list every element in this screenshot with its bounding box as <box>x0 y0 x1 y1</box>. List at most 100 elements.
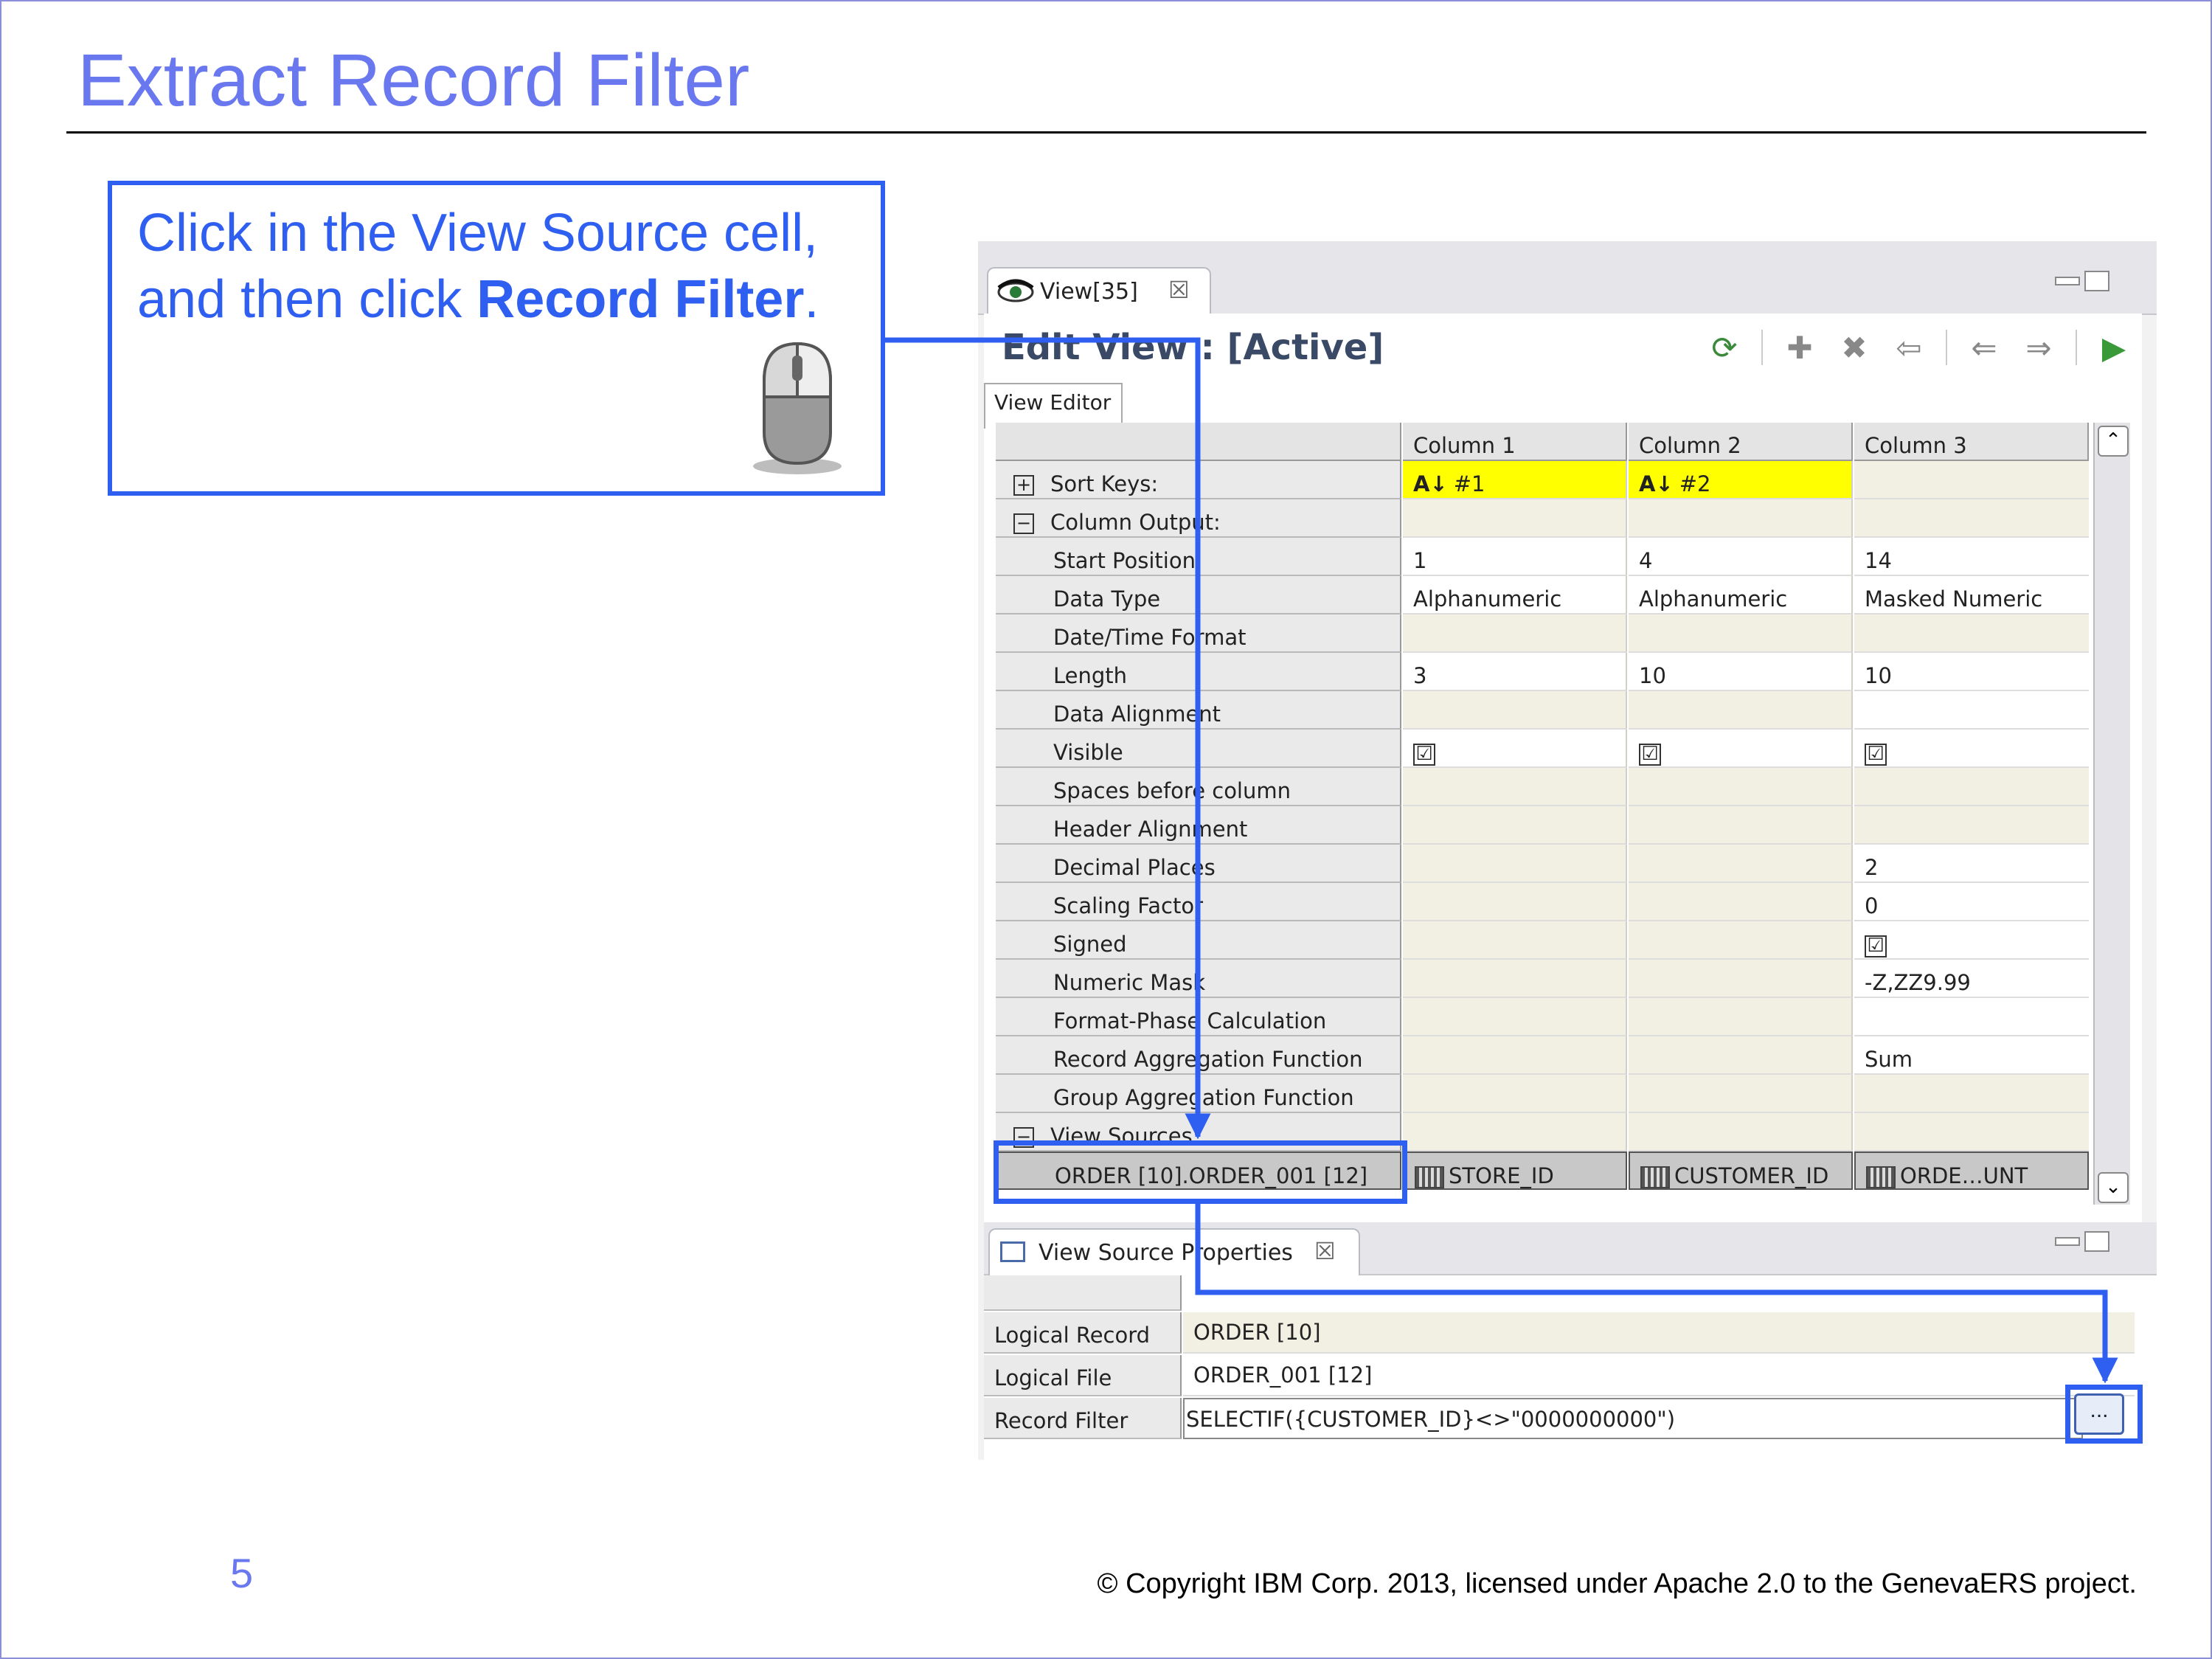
property-value-cell[interactable] <box>1854 614 2089 653</box>
property-value-cell[interactable] <box>1854 1075 2089 1113</box>
column-output-label[interactable]: − Column Output: <box>996 499 1401 538</box>
checkbox-checked-icon[interactable]: ☑ <box>1413 744 1435 766</box>
instruction-line-2-suffix: . <box>804 270 819 329</box>
property-value-cell[interactable] <box>1403 998 1627 1036</box>
minimize-icon[interactable] <box>2055 1237 2080 1246</box>
view-source-column-cell[interactable]: ORDE…UNT <box>1854 1151 2089 1190</box>
vertical-scrollbar[interactable]: ⌃ ⌄ <box>2093 423 2130 1205</box>
sort-keys-text: Sort Keys: <box>1050 471 1159 496</box>
maximize-icon[interactable] <box>2084 271 2109 291</box>
sort-keys-label[interactable]: + Sort Keys: <box>996 461 1401 499</box>
scroll-up-icon[interactable]: ⌃ <box>2098 426 2129 457</box>
properties-value[interactable]: SELECTIF({CUSTOMER_ID}<>"0000000000") <box>1183 1398 2083 1439</box>
property-value-cell[interactable]: 10 <box>1629 653 1853 691</box>
property-value-cell[interactable]: Alphanumeric <box>1629 576 1853 614</box>
property-value-cell[interactable]: ☑ <box>1854 921 2089 960</box>
move-left-icon[interactable]: ⇐ <box>1966 330 2002 366</box>
property-value-cell[interactable]: Alphanumeric <box>1403 576 1627 614</box>
property-value-cell[interactable] <box>1629 614 1853 653</box>
property-value-cell[interactable] <box>1403 845 1627 883</box>
grid-cell[interactable] <box>1629 1113 1853 1151</box>
property-value-cell[interactable]: ☑ <box>1403 730 1627 768</box>
close-icon[interactable]: ☒ <box>1314 1237 1336 1265</box>
property-value-cell[interactable] <box>1854 806 2089 845</box>
property-value-cell[interactable]: 2 <box>1854 845 2089 883</box>
property-value-cell[interactable] <box>1629 1036 1853 1075</box>
scroll-down-icon[interactable]: ⌄ <box>2098 1172 2129 1203</box>
collapse-icon[interactable]: − <box>1013 513 1034 534</box>
property-value-cell[interactable] <box>1629 691 1853 730</box>
maximize-icon[interactable] <box>2084 1231 2109 1252</box>
property-value-cell[interactable] <box>1403 806 1627 845</box>
column-header[interactable]: Column 1 <box>1403 423 1627 461</box>
property-value-cell[interactable] <box>1629 921 1853 960</box>
refresh-icon[interactable]: ⟳ <box>1707 330 1742 366</box>
grid-cell[interactable] <box>1629 499 1853 538</box>
property-value-cell[interactable] <box>1629 883 1853 921</box>
tab-view-editor[interactable]: View Editor <box>984 383 1123 429</box>
activate-icon[interactable]: ▶ <box>2096 330 2132 366</box>
property-value-cell[interactable]: 1 <box>1403 538 1627 576</box>
property-value-cell[interactable] <box>1403 768 1627 806</box>
sort-key-cell[interactable]: A↓ #2 <box>1629 461 1853 499</box>
delete-column-icon[interactable]: ✖ <box>1837 330 1872 366</box>
property-value-cell[interactable] <box>1403 960 1627 998</box>
property-value-cell[interactable] <box>1629 768 1853 806</box>
property-value-cell[interactable] <box>1629 806 1853 845</box>
property-value-cell[interactable] <box>1403 1075 1627 1113</box>
column-header[interactable]: Column 3 <box>1854 423 2089 461</box>
tab-view-35[interactable]: View[35] ☒ <box>987 267 1211 316</box>
properties-value[interactable]: ORDER_001 [12] <box>1183 1355 2135 1396</box>
property-value-cell[interactable] <box>1403 614 1627 653</box>
property-value-cell[interactable] <box>1629 960 1853 998</box>
property-value-cell[interactable] <box>1403 691 1627 730</box>
grid-cell[interactable] <box>1403 499 1627 538</box>
property-value-cell[interactable] <box>1403 1036 1627 1075</box>
grid-cell[interactable] <box>1854 499 2089 538</box>
property-value-cell[interactable]: Masked Numeric <box>1854 576 2089 614</box>
property-value-cell[interactable]: 0 <box>1854 883 2089 921</box>
move-right-icon[interactable]: ⇒ <box>2021 330 2056 366</box>
property-value-cell[interactable] <box>1403 921 1627 960</box>
property-value-cell[interactable]: 14 <box>1854 538 2089 576</box>
property-value-cell[interactable] <box>1629 1075 1853 1113</box>
instruction-record-filter: Record Filter <box>476 270 805 329</box>
column-header[interactable]: Column 2 <box>1629 423 1853 461</box>
property-value-cell[interactable] <box>1629 845 1853 883</box>
sort-key-value: #2 <box>1679 471 1711 496</box>
grid-cell[interactable] <box>1403 1113 1627 1151</box>
property-row: Group Aggregation Function <box>996 1075 2090 1113</box>
property-value-cell[interactable]: -Z,ZZ9.99 <box>1854 960 2089 998</box>
close-icon[interactable]: ☒ <box>1168 276 1190 304</box>
property-value-cell[interactable]: 4 <box>1629 538 1853 576</box>
checkbox-checked-icon[interactable]: ☑ <box>1865 935 1887 957</box>
property-value-cell[interactable]: Sum <box>1854 1036 2089 1075</box>
property-value-cell[interactable] <box>1854 691 2089 730</box>
properties-value[interactable]: ORDER [10] <box>1183 1312 2135 1354</box>
property-row: Data Alignment <box>996 691 2090 730</box>
checkbox-checked-icon[interactable]: ☑ <box>1865 744 1887 766</box>
property-value-cell[interactable]: 3 <box>1403 653 1627 691</box>
property-row: Data Type Alphanumeric Alphanumeric Masked … <box>996 576 2090 614</box>
instruction-line-2-prefix: and then click <box>137 270 477 329</box>
add-column-icon[interactable]: ✚ <box>1782 330 1817 366</box>
checkbox-checked-icon[interactable]: ☑ <box>1639 744 1661 766</box>
sort-key-cell[interactable] <box>1854 461 2089 499</box>
property-value-cell[interactable]: 10 <box>1854 653 2089 691</box>
grid-cell[interactable] <box>1854 1113 2089 1151</box>
expand-icon[interactable]: + <box>1013 475 1034 496</box>
property-value-cell[interactable] <box>1854 998 2089 1036</box>
view-source-column-cell[interactable]: CUSTOMER_ID <box>1629 1151 1853 1190</box>
property-value-cell[interactable] <box>1629 998 1853 1036</box>
property-value-cell[interactable]: ☑ <box>1854 730 2089 768</box>
property-value-cell[interactable] <box>1854 768 2089 806</box>
undo-icon[interactable]: ⇦ <box>1891 330 1927 366</box>
tab-view-source-properties[interactable]: View Source Properties ☒ <box>988 1228 1360 1275</box>
sort-key-cell[interactable]: A↓ #1 <box>1403 461 1627 499</box>
minimize-icon[interactable] <box>2055 277 2080 285</box>
sort-keys-row: + Sort Keys: A↓ #1 A↓ #2 <box>996 461 2090 499</box>
property-value-cell[interactable] <box>1403 883 1627 921</box>
view-source-column-cell[interactable]: STORE_ID <box>1403 1151 1627 1190</box>
record-filter-edit-button[interactable]: ... <box>2074 1393 2124 1435</box>
property-value-cell[interactable]: ☑ <box>1629 730 1853 768</box>
